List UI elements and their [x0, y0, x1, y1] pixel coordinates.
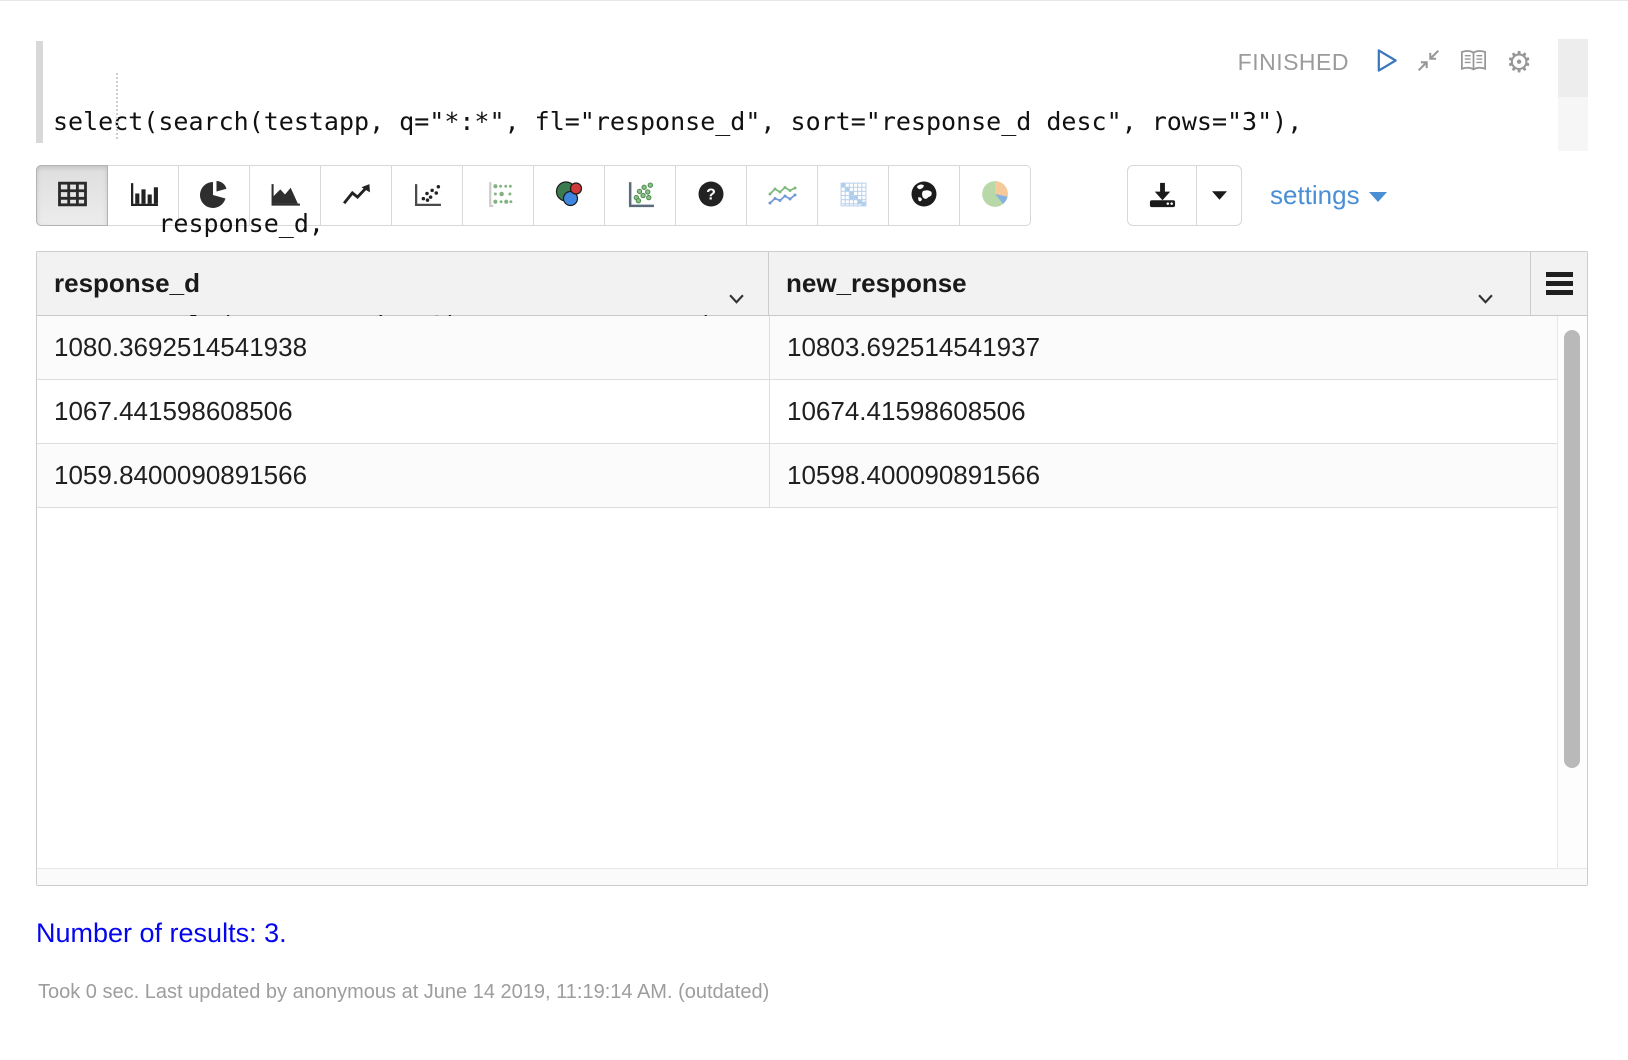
play-icon	[1374, 47, 1399, 77]
editor-gutter-bar	[36, 41, 43, 143]
cell-response_d: 1059.8400090891566	[37, 444, 769, 507]
collapse-width-button[interactable]	[1416, 48, 1441, 76]
column-header-response_d[interactable]: response_d	[37, 252, 769, 315]
cell-response_d: 1080.3692514541938	[37, 316, 769, 379]
chevron-down-icon[interactable]	[1478, 280, 1493, 311]
status-badge: FINISHED	[1238, 49, 1349, 76]
table-row: 1059.8400090891566 10598.400090891566	[37, 444, 1587, 508]
paragraph-footer-text: Took 0 sec. Last updated by anonymous at…	[38, 981, 1588, 1004]
indent-guide	[116, 73, 118, 139]
code-line: response_d,	[53, 207, 1588, 241]
compress-icon	[1416, 48, 1441, 76]
code-line: select(search(testapp, q="*:*", fl="resp…	[53, 105, 1588, 139]
paragraph-controls: FINISHED	[1128, 39, 1532, 85]
result-table: response_d new_response 1080.36925145419…	[36, 251, 1588, 886]
gear-icon: ⚙	[1506, 48, 1532, 77]
results-count-text: Number of results: 3.	[36, 918, 1588, 949]
column-header-label: response_d	[54, 268, 200, 299]
book-icon	[1458, 48, 1489, 77]
editor-scrollbar[interactable]	[1558, 39, 1588, 151]
run-button[interactable]	[1374, 47, 1399, 77]
cell-response_d: 1067.441598608506	[37, 380, 769, 443]
code-editor[interactable]: select(search(testapp, q="*:*", fl="resp…	[36, 31, 1588, 155]
horizontal-scrollbar[interactable]	[37, 868, 1587, 885]
cell-new_response: 10803.692514541937	[769, 316, 1587, 379]
column-header-new_response[interactable]: new_response	[769, 252, 1527, 315]
viz-button-table[interactable]	[36, 165, 108, 226]
paragraph-settings-button[interactable]: ⚙	[1506, 48, 1532, 77]
cell-new_response: 10674.41598608506	[769, 380, 1587, 443]
table-row: 1080.3692514541938 10803.692514541937	[37, 316, 1587, 380]
table-row: 1067.441598608506 10674.41598608506	[37, 380, 1587, 444]
vertical-scrollbar[interactable]	[1557, 316, 1587, 868]
table-body: 1080.3692514541938 10803.692514541937 10…	[37, 316, 1587, 868]
table-icon	[57, 181, 88, 210]
column-header-label: new_response	[786, 268, 967, 299]
chevron-down-icon[interactable]	[729, 280, 744, 311]
cell-new_response: 10598.400090891566	[769, 444, 1587, 507]
paragraph: select(search(testapp, q="*:*", fl="resp…	[36, 31, 1588, 1004]
table-header-row: response_d new_response	[37, 252, 1587, 316]
scrollbar-thumb[interactable]	[1564, 330, 1580, 768]
show-editor-button[interactable]	[1458, 48, 1489, 77]
